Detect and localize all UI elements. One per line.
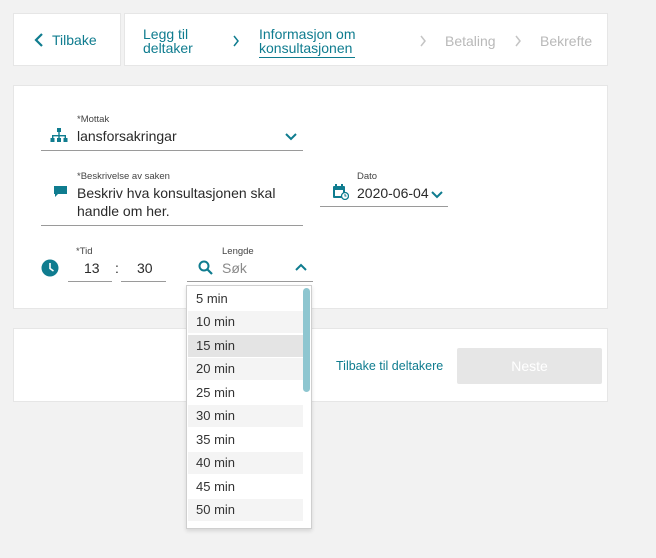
chevron-down-icon[interactable]: [285, 133, 297, 141]
back-label: Tilbake: [52, 32, 97, 48]
mottak-underline: [41, 150, 303, 151]
form-card: *Mottak lansforsakringar *Beskrivelse av…: [13, 85, 608, 309]
lengde-search-input[interactable]: Søk: [222, 259, 247, 277]
back-to-participants-link[interactable]: Tilbake til deltakere: [336, 359, 443, 373]
chevron-right-icon: [233, 35, 239, 47]
dropdown-option[interactable]: 15 min: [188, 335, 303, 357]
step-label-line1: Bekrefte: [540, 33, 593, 49]
step-bekrefte[interactable]: Bekrefte: [540, 34, 592, 48]
dropdown-option[interactable]: 25 min: [188, 382, 303, 404]
step-label-line2: deltaker: [143, 40, 193, 56]
dropdown-option[interactable]: 45 min: [188, 476, 303, 498]
dato-underline: [320, 206, 448, 207]
dropdown-option[interactable]: 20 min: [188, 358, 303, 380]
lengde-label: Lengde: [222, 246, 254, 257]
clock-icon: [41, 259, 59, 277]
dato-label: Dato: [357, 171, 378, 182]
search-icon: [198, 260, 213, 275]
step-label-line2: konsultasjonen: [259, 40, 353, 56]
mottak-value[interactable]: lansforsakringar: [77, 127, 177, 145]
tid-hours[interactable]: 13: [84, 259, 100, 277]
dato-value[interactable]: 2020-06-04: [357, 184, 429, 202]
back-button[interactable]: Tilbake: [34, 32, 97, 48]
dropdown-option[interactable]: 40 min: [188, 452, 303, 474]
dropdown-scrollbar[interactable]: [303, 288, 310, 392]
tid-minutes[interactable]: 30: [137, 259, 153, 277]
lengde-underline: [187, 281, 313, 282]
next-button[interactable]: Neste: [457, 348, 602, 384]
step-label-line1: Legg til: [143, 26, 189, 42]
dropdown-option[interactable]: 50 min: [188, 499, 303, 521]
step-label-line1: Informasjon om: [259, 26, 356, 42]
dropdown-option[interactable]: 5 min: [188, 288, 303, 310]
tid-minutes-underline: [121, 281, 166, 282]
chevron-right-icon: [515, 35, 521, 47]
beskrivelse-underline: [41, 225, 303, 226]
chevron-left-icon: [34, 33, 43, 47]
step-label-line1: Betaling: [445, 33, 496, 49]
tid-label: *Tid: [76, 246, 93, 257]
chevron-right-icon: [420, 35, 426, 47]
mottak-label: *Mottak: [77, 114, 110, 125]
chevron-up-icon[interactable]: [295, 263, 307, 271]
org-chart-icon: [50, 128, 68, 142]
chevron-down-icon[interactable]: [431, 191, 443, 199]
lengde-dropdown[interactable]: 5 min 10 min 15 min 20 min 25 min 30 min…: [186, 285, 312, 529]
step-betaling[interactable]: Betaling: [445, 34, 496, 48]
stepper: Legg til deltaker Informasjon om konsult…: [124, 13, 608, 66]
dropdown-option[interactable]: 35 min: [188, 429, 303, 451]
beskrivelse-line1: Beskriv hva konsultasjonen skal: [77, 185, 276, 201]
beskrivelse-line2: handle om her.: [77, 203, 170, 219]
beskrivelse-field[interactable]: Beskriv hva konsultasjonen skal handle o…: [77, 184, 275, 220]
back-card: Tilbake: [13, 13, 121, 66]
dropdown-option[interactable]: 30 min: [188, 405, 303, 427]
step-informasjon[interactable]: Informasjon om konsultasjonen: [259, 26, 356, 58]
chat-icon: [54, 186, 67, 197]
step-legg-til-deltaker[interactable]: Legg til deltaker: [143, 27, 193, 55]
beskrivelse-label: *Beskrivelse av saken: [77, 171, 170, 182]
tid-hours-underline: [68, 281, 112, 282]
calendar-icon[interactable]: [332, 184, 349, 200]
dropdown-option[interactable]: 10 min: [188, 311, 303, 333]
tid-separator: :: [115, 260, 119, 276]
